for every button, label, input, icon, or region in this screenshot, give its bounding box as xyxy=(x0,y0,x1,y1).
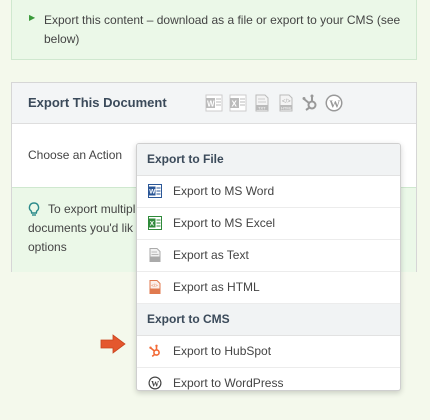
export-word-option[interactable]: W Export to MS Word xyxy=(137,176,400,208)
export-intro-box: ▶ Export this content – download as a fi… xyxy=(11,0,417,60)
text-icon[interactable]: TXT xyxy=(252,93,272,113)
svg-text:W: W xyxy=(329,99,340,111)
export-format-icons: W X TXT </> HTML W xyxy=(204,93,344,113)
info-line: options xyxy=(28,240,67,254)
option-label: Export to HubSpot xyxy=(173,344,272,358)
html-icon[interactable]: </> HTML xyxy=(276,93,296,113)
hubspot-icon[interactable] xyxy=(300,93,320,113)
export-action-dropdown[interactable]: Export to File W Export to MS Word X Exp… xyxy=(136,143,401,391)
option-label: Export as Text xyxy=(173,248,249,262)
export-html-option[interactable]: </> Export as HTML xyxy=(137,272,400,304)
export-info-text: To export multipl documents you'd lik op… xyxy=(28,200,138,257)
info-line: To export multipl xyxy=(48,202,136,216)
export-wordpress-option[interactable]: W Export to WordPress xyxy=(137,368,400,390)
option-label: Export to MS Excel xyxy=(173,216,276,230)
text-icon xyxy=(149,248,161,262)
svg-text:W: W xyxy=(207,100,215,109)
pointer-arrow-icon xyxy=(100,334,126,354)
svg-text:X: X xyxy=(232,100,238,109)
word-icon[interactable]: W xyxy=(204,93,224,113)
option-label: Export to WordPress xyxy=(173,376,284,390)
export-hubspot-option[interactable]: Export to HubSpot xyxy=(137,336,400,368)
wordpress-icon[interactable]: W xyxy=(324,93,344,113)
dropdown-group-cms: Export to CMS xyxy=(137,304,400,336)
panel-header: Export This Document W X TXT </> HTML W xyxy=(12,83,416,124)
info-line: documents you'd lik xyxy=(28,221,134,235)
export-excel-option[interactable]: X Export to MS Excel xyxy=(137,208,400,240)
triangle-bullet-icon: ▶ xyxy=(29,13,36,22)
excel-icon[interactable]: X xyxy=(228,93,248,113)
export-intro-text: Export this content – download as a file… xyxy=(44,13,401,46)
choose-action-label: Choose an Action xyxy=(28,148,123,162)
option-label: Export as HTML xyxy=(173,280,260,294)
panel-title: Export This Document xyxy=(28,95,167,110)
svg-text:</>: </> xyxy=(151,283,158,288)
svg-text:W: W xyxy=(151,379,159,388)
word-icon: W xyxy=(148,184,162,198)
hubspot-icon xyxy=(149,344,160,358)
svg-text:TXT: TXT xyxy=(258,105,266,110)
html-icon: </> xyxy=(149,280,161,294)
svg-text:X: X xyxy=(150,221,155,228)
export-text-option[interactable]: Export as Text xyxy=(137,240,400,272)
wordpress-icon: W xyxy=(148,376,162,390)
svg-text:W: W xyxy=(149,189,156,196)
svg-text:HTML: HTML xyxy=(281,105,293,110)
lightbulb-icon xyxy=(28,202,40,216)
dropdown-group-file: Export to File xyxy=(137,144,400,176)
svg-text:</>: </> xyxy=(282,99,291,105)
option-label: Export to MS Word xyxy=(173,184,275,198)
excel-icon: X xyxy=(148,216,162,230)
